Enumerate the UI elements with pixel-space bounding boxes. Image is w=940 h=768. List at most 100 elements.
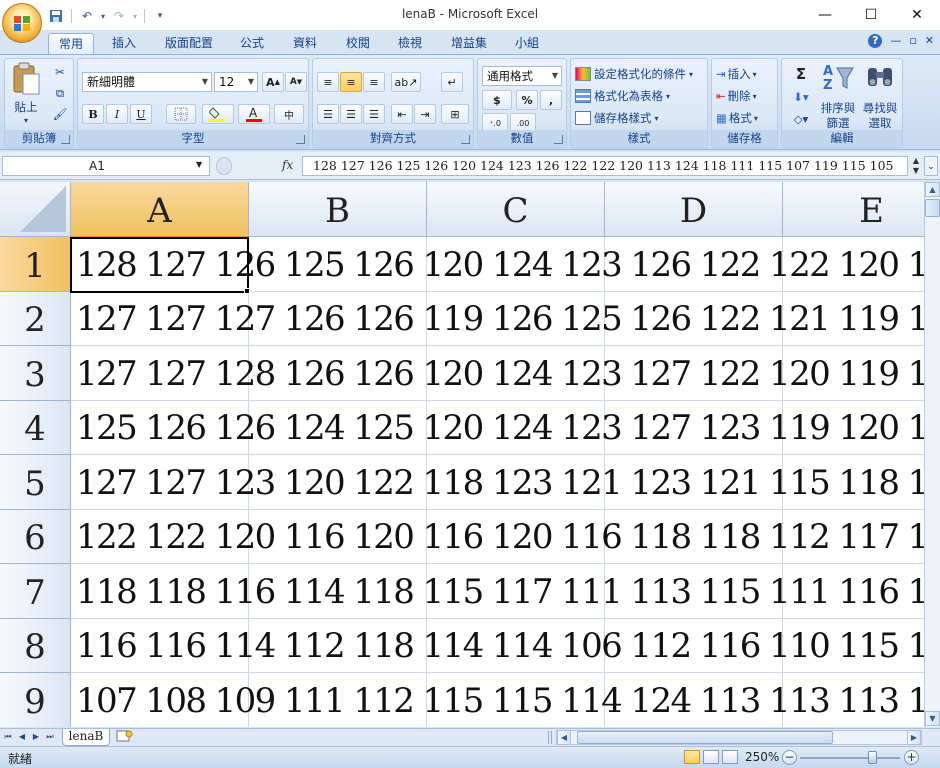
name-box-dropdown-icon[interactable]: ▼ [196,160,202,169]
tab-data[interactable]: 資料 [285,33,325,54]
horizontal-scroll-thumb[interactable] [577,731,833,744]
align-right-button[interactable]: ☰ [363,104,385,124]
row-header[interactable]: 3 [0,346,71,401]
cell-a3-text[interactable]: 127 127 128 126 126 120 124 123 127 122 … [76,354,924,394]
number-launcher-icon[interactable] [554,135,563,144]
cell-styles-button[interactable]: 儲存格樣式 ▾ [575,109,659,127]
cell-a2-text[interactable]: 127 127 127 126 126 119 126 125 126 122 … [76,299,924,339]
alignment-launcher-icon[interactable] [461,135,470,144]
horizontal-scrollbar[interactable]: ◀ ▶ [556,730,922,745]
formula-input[interactable]: 128 127 126 125 126 120 124 123 126 122 … [302,156,908,176]
font-launcher-icon[interactable] [296,135,305,144]
shrink-font-button[interactable]: A ▼ [285,72,307,92]
scroll-down-icon[interactable]: ▼ [925,711,940,726]
tab-formulas[interactable]: 公式 [232,33,272,54]
next-sheet-icon[interactable]: ▶ [30,731,42,743]
prev-sheet-icon[interactable]: ◀ [16,731,28,743]
tab-split-handle[interactable] [548,731,552,744]
borders-button[interactable] [166,104,196,124]
row-header[interactable]: 1 [0,237,71,292]
close-button[interactable]: ✕ [894,0,940,30]
tab-home[interactable]: 常用 [48,33,94,54]
insert-cells-button[interactable]: ⇥ 插入 ▾ [716,65,757,83]
minimize-button[interactable]: — [802,0,848,30]
align-top-button[interactable]: ≡ [317,72,339,92]
paste-button-label[interactable]: 貼上 [9,99,43,115]
find-select-label-1[interactable]: 尋找與 [860,101,900,115]
format-painter-icon[interactable]: 🖌 [51,105,69,123]
tab-page-layout[interactable]: 版面配置 [158,33,220,54]
scroll-left-icon[interactable]: ◀ [557,730,571,745]
column-header-c[interactable]: C [427,182,605,237]
select-all-button[interactable] [0,182,71,237]
font-color-button[interactable]: A [238,104,270,124]
clear-icon[interactable]: ◇▾ [786,109,816,129]
tab-view[interactable]: 檢視 [390,33,430,54]
number-format-select[interactable]: 通用格式 ▼ [482,66,562,86]
page-break-view-icon[interactable] [722,750,738,764]
tab-review[interactable]: 校閱 [338,33,378,54]
find-select-label-2[interactable]: 選取 [860,116,900,130]
phonetic-button[interactable]: 中 [274,104,304,124]
copy-icon[interactable]: ⧉ [51,84,69,102]
row-header[interactable]: 8 [0,619,71,673]
wrap-text-button[interactable]: ↵ [441,72,463,92]
zoom-slider-thumb[interactable] [868,751,877,764]
autosum-button[interactable]: Σ [786,64,816,84]
cell-a6-text[interactable]: 122 122 120 116 120 116 120 116 118 118 … [76,517,924,557]
help-icon[interactable]: ? [868,34,883,48]
decrease-indent-button[interactable]: ⇤ [391,104,413,124]
first-sheet-icon[interactable]: ⏮ [2,731,14,743]
paste-icon[interactable] [9,61,43,97]
vertical-scroll-thumb[interactable] [925,199,940,217]
fill-icon[interactable]: ⬇▾ [786,87,816,107]
worksheet-grid[interactable]: A B C D E 1 2 3 4 5 6 7 8 9 128 127 126 … [0,182,924,727]
ribbon-restore-icon[interactable]: ▫ [909,34,916,48]
vertical-scrollbar[interactable]: ▲ ▼ [924,182,940,727]
font-name-select[interactable]: 新細明體 ▼ [82,72,212,92]
column-header-d[interactable]: D [605,182,783,237]
tab-insert[interactable]: 插入 [104,33,144,54]
row-header[interactable]: 9 [0,673,71,727]
cell-a7-text[interactable]: 118 118 116 114 118 115 117 111 113 115 … [76,572,924,612]
paste-dropdown-icon[interactable]: ▾ [21,115,31,125]
maximize-button[interactable]: ☐ [848,0,894,30]
merge-center-button[interactable]: ⊞ [441,104,469,124]
orientation-button[interactable]: ab↗ [391,72,421,92]
ribbon-minimize-icon[interactable]: — [890,34,901,48]
format-as-table-button[interactable]: 格式化為表格 ▾ [575,87,670,105]
italic-button[interactable]: I [106,104,128,124]
zoom-slider-track[interactable] [800,757,900,759]
align-left-button[interactable]: ☰ [317,104,339,124]
sort-filter-label-2[interactable]: 篩選 [818,116,858,130]
sheet-tab-lenab[interactable]: lenaB [62,729,110,746]
increase-indent-button[interactable]: ⇥ [414,104,436,124]
column-header-a[interactable]: A [71,182,249,237]
scroll-up-icon[interactable]: ▲ [925,182,940,197]
align-middle-button[interactable]: ≡ [340,72,362,92]
fill-handle[interactable] [244,288,250,294]
conditional-formatting-button[interactable]: 設定格式化的條件 ▾ [575,65,693,83]
insert-function-icon[interactable]: fx [282,158,293,172]
align-bottom-button[interactable]: ≡ [363,72,385,92]
scroll-right-icon[interactable]: ▶ [907,730,921,745]
cell-a1-text[interactable]: 128 127 126 125 126 120 124 123 126 122 … [76,245,924,285]
sort-filter-icon[interactable]: AZ [818,62,858,92]
cell-a5-text[interactable]: 127 127 123 120 122 118 123 121 123 121 … [76,463,924,503]
column-header-b[interactable]: B [249,182,427,237]
tab-add-ins[interactable]: 增益集 [444,33,494,54]
page-layout-view-icon[interactable] [703,750,719,764]
sort-filter-label-1[interactable]: 排序與 [818,101,858,115]
column-header-e[interactable]: E [783,182,924,237]
zoom-in-button[interactable]: + [904,750,919,765]
cell-a9-text[interactable]: 107 108 109 111 112 115 115 114 124 113 … [76,681,924,721]
zoom-level[interactable]: 250% [745,750,779,764]
insert-sheet-icon[interactable] [116,730,138,745]
cell-a4-text[interactable]: 125 126 126 124 125 120 124 123 127 123 … [76,408,924,448]
grow-font-button[interactable]: A ▲ [262,72,284,92]
row-header[interactable]: 6 [0,510,71,564]
zoom-out-button[interactable]: − [782,750,797,765]
fill-color-button[interactable] [202,104,234,124]
formula-scroll-icon[interactable]: ▲ ▼ [910,156,922,176]
clipboard-launcher-icon[interactable] [61,135,70,144]
